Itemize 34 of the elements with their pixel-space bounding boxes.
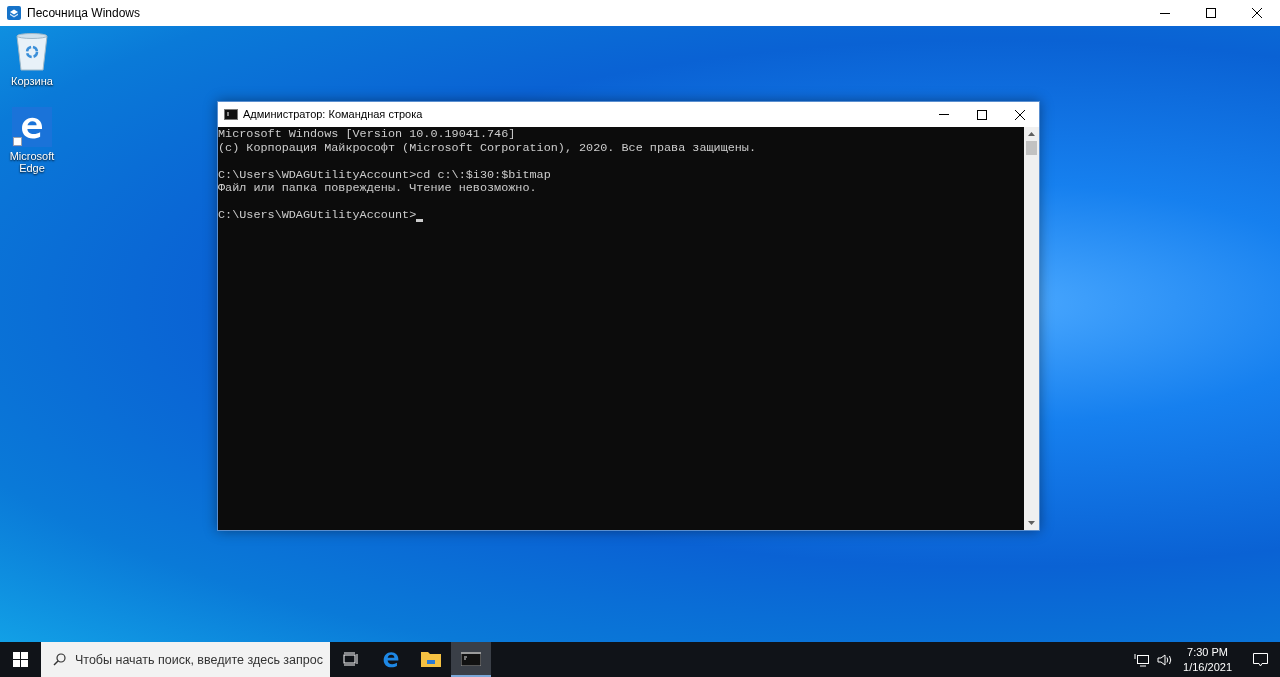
notification-icon bbox=[1252, 652, 1268, 667]
desktop-icon-label[interactable]: Microsoft Edge bbox=[0, 150, 64, 174]
windows-logo-icon bbox=[13, 652, 28, 667]
recycle-bin-icon bbox=[14, 32, 50, 72]
task-view-icon bbox=[343, 651, 359, 666]
volume-icon bbox=[1157, 652, 1174, 667]
console-line: C:\Users\WDAGUtilityAccount>cd c:\:$i30:$bitmap bbox=[218, 168, 551, 182]
scroll-thumb[interactable] bbox=[1026, 141, 1037, 155]
console-line: C:\Users\WDAGUtilityAccount> bbox=[218, 209, 417, 223]
maximize-icon bbox=[1206, 8, 1216, 18]
clock-time[interactable]: 7:30 PM bbox=[1187, 644, 1228, 660]
taskbar-app-button[interactable] bbox=[451, 642, 491, 677]
desktop-icon-label[interactable]: Корзина bbox=[11, 75, 53, 87]
console-icon bbox=[224, 109, 238, 120]
scroll-up-icon bbox=[1028, 132, 1035, 136]
console-title: Администратор: Командная строка bbox=[243, 107, 423, 123]
console-line: (c) Корпорация Майкрософт (Microsoft Corporation), 2020. Все права защищены. bbox=[218, 141, 757, 155]
sandbox-app-icon bbox=[7, 6, 21, 20]
close-icon bbox=[1252, 8, 1262, 18]
close-icon bbox=[1015, 109, 1025, 120]
network-icon bbox=[1134, 652, 1151, 667]
edge-shortcut-icon bbox=[12, 107, 52, 147]
search-field[interactable]: Чтобы начать поиск, введите здесь запрос bbox=[41, 642, 330, 677]
search-icon bbox=[53, 653, 66, 666]
maximize-icon bbox=[977, 109, 987, 120]
minimize-icon bbox=[1160, 12, 1170, 14]
console-line: Файл или папка повреждены. Чтение невозможно. bbox=[218, 182, 537, 196]
window-title: Песочница Windows bbox=[27, 5, 140, 22]
folder-icon bbox=[421, 650, 441, 667]
console-icon bbox=[461, 651, 481, 666]
console-line: Microsoft Windows [Version 10.0.19041.746] bbox=[218, 128, 516, 142]
minimize-icon bbox=[939, 114, 949, 115]
clock-date[interactable]: 1/16/2021 bbox=[1183, 659, 1232, 675]
scroll-down-icon bbox=[1028, 521, 1035, 525]
